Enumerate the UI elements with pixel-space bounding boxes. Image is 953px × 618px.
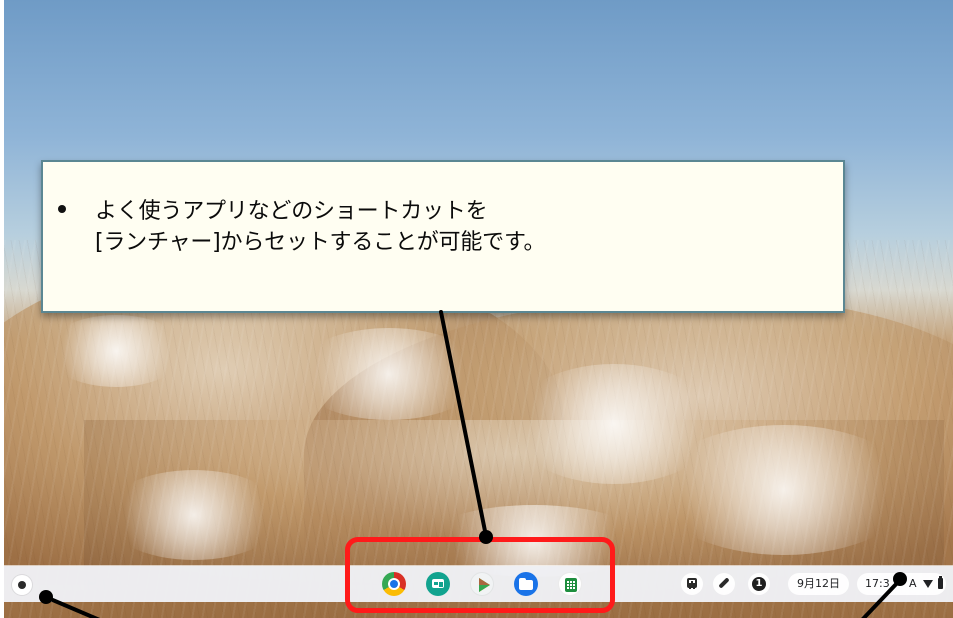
status-area[interactable]: 17:3 A xyxy=(857,573,946,595)
notification-button[interactable]: 1 xyxy=(748,573,770,595)
pen-icon[interactable] xyxy=(713,573,735,595)
time-label: 17:3 xyxy=(865,577,890,590)
callout-text-line-1: よく使うアプリなどのショートカットを xyxy=(95,199,488,224)
battery-icon xyxy=(938,576,943,589)
annotation-callout: よく使うアプリなどのショートカットを [ランチャー]からセットすることが可能です… xyxy=(41,160,845,313)
wallpaper-flower-patch xyxy=(294,328,484,420)
callout-bullet xyxy=(58,205,66,213)
ime-label: A xyxy=(909,577,917,590)
shelf-apps-highlight xyxy=(345,537,615,613)
callout-text-line-2: [ランチャー]からセットすることが可能です。 xyxy=(95,230,546,255)
holding-space-icon[interactable] xyxy=(681,573,703,595)
launcher-icon[interactable] xyxy=(12,575,32,595)
date-button[interactable]: 9月12日 xyxy=(788,573,849,595)
desktop-screen: よく使うアプリなどのショートカットを [ランチャー]からセットすることが可能です… xyxy=(0,0,953,618)
wifi-icon xyxy=(923,580,933,588)
notification-count: 1 xyxy=(752,577,766,591)
wallpaper-flower-patch xyxy=(104,470,284,560)
wallpaper-flower-patch xyxy=(46,315,186,387)
wallpaper-flower-patch xyxy=(654,425,914,555)
